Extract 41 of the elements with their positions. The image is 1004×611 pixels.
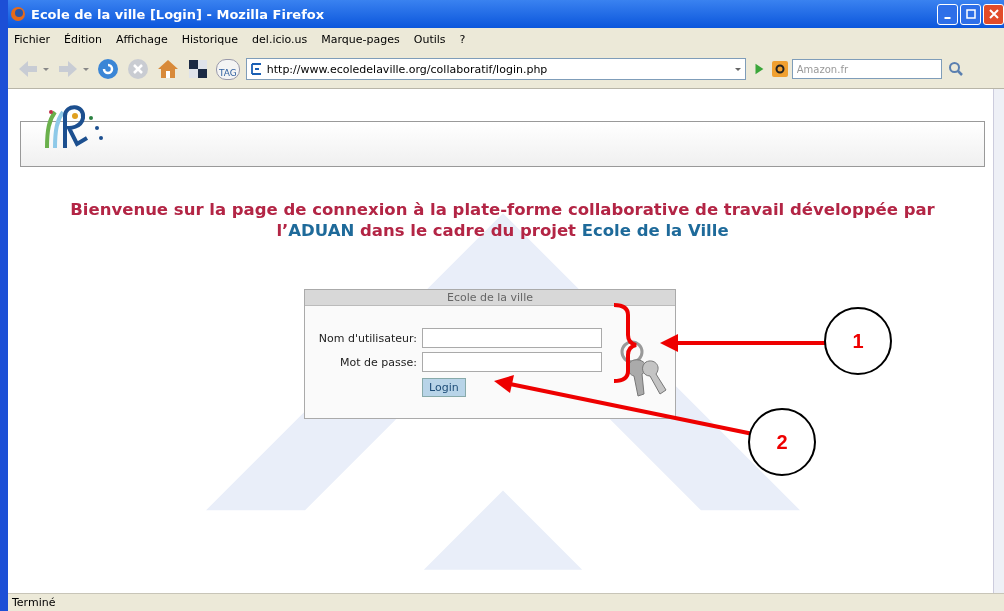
login-button[interactable]: Login bbox=[422, 378, 466, 397]
field-label: Nom d'utilisateur: bbox=[317, 331, 417, 345]
close-button[interactable] bbox=[983, 3, 1004, 25]
maximize-icon bbox=[965, 9, 976, 19]
maximize-button[interactable] bbox=[960, 3, 981, 25]
menu-item[interactable]: Outils bbox=[413, 32, 446, 46]
home-icon[interactable] bbox=[156, 57, 180, 81]
welcome-text: Bienvenue sur la page de connexion à la plate-forme collaborative de travail développée par l’ADUAN dans le cadre du projet Ecole de la Ville bbox=[69, 199, 936, 241]
dropdown-caret-icon[interactable] bbox=[733, 65, 742, 73]
menu-item[interactable]: Fichier bbox=[14, 32, 50, 46]
browser-logo-icon bbox=[10, 6, 26, 22]
field-label: Mot de passe: bbox=[339, 355, 417, 369]
close-icon bbox=[988, 9, 999, 19]
scrollbar[interactable] bbox=[993, 89, 1004, 593]
dropdown-caret-icon[interactable] bbox=[82, 65, 90, 73]
search-icon[interactable] bbox=[947, 61, 964, 77]
callout-number: 1 bbox=[824, 307, 892, 375]
menu-item[interactable]: Affichage bbox=[116, 32, 168, 46]
minimize-icon bbox=[944, 17, 951, 19]
address-field[interactable]: http://www.ecoledelaville.org/collaboratif/login.php bbox=[245, 58, 746, 80]
panel-title: Ecole de la ville bbox=[305, 290, 675, 306]
input-field[interactable] bbox=[422, 352, 602, 372]
input-field[interactable] bbox=[422, 328, 602, 348]
dropdown-caret-icon[interactable] bbox=[42, 65, 50, 73]
stop-icon[interactable] bbox=[126, 57, 150, 81]
callout-number: 2 bbox=[748, 408, 816, 476]
minimize-button[interactable] bbox=[937, 3, 958, 25]
menu-item[interactable]: ? bbox=[459, 32, 466, 46]
menu-item[interactable]: Édition bbox=[63, 32, 102, 46]
search-field[interactable]: Amazon.fr bbox=[791, 59, 942, 79]
menu-item[interactable]: del.icio.us bbox=[252, 32, 308, 46]
url-text: http://www.ecoledelaville.org/collaboratif/login.php bbox=[266, 62, 549, 76]
checkered-square-icon[interactable] bbox=[186, 57, 210, 81]
menu-item[interactable]: Marque-pages bbox=[321, 32, 400, 46]
window-title: Ecole de la ville [Login] - Mozilla Firefox bbox=[31, 6, 326, 22]
menu-item[interactable]: Historique bbox=[181, 32, 239, 46]
search-engine-icon[interactable] bbox=[771, 61, 788, 77]
tag-button[interactable]: TAG bbox=[216, 58, 240, 80]
reload-icon[interactable] bbox=[96, 57, 120, 81]
status-text: Terminé bbox=[12, 596, 56, 609]
page-icon bbox=[249, 63, 262, 75]
